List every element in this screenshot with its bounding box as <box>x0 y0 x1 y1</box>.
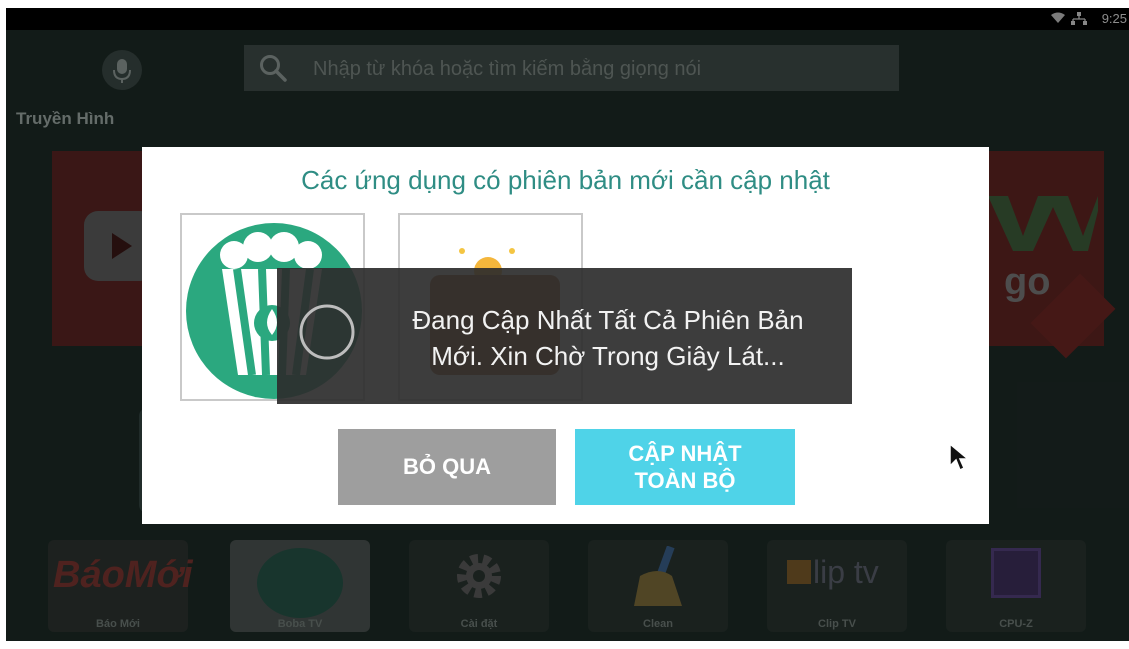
update-all-button[interactable]: CẬP NHẬT TOÀN BỘ <box>575 429 795 505</box>
progress-dialog: Đang Cập Nhất Tất Cả Phiên Bản Mới. Xin … <box>277 268 852 404</box>
update-all-line1: CẬP NHẬT <box>628 441 742 466</box>
progress-line1: Đang Cập Nhất Tất Cả Phiên Bản <box>412 305 804 335</box>
progress-line2: Mới. Xin Chờ Trong Giây Lát... <box>431 341 785 371</box>
skip-button[interactable]: BỎ QUA <box>338 429 556 505</box>
mouse-cursor-icon <box>949 442 970 472</box>
progress-message: Đang Cập Nhất Tất Cả Phiên Bản Mới. Xin … <box>373 302 843 374</box>
loading-spinner-icon <box>299 304 355 360</box>
dialog-title: Các ứng dụng có phiên bản mới cần cập nh… <box>301 165 830 195</box>
update-all-line2: TOÀN BỘ <box>634 468 736 493</box>
